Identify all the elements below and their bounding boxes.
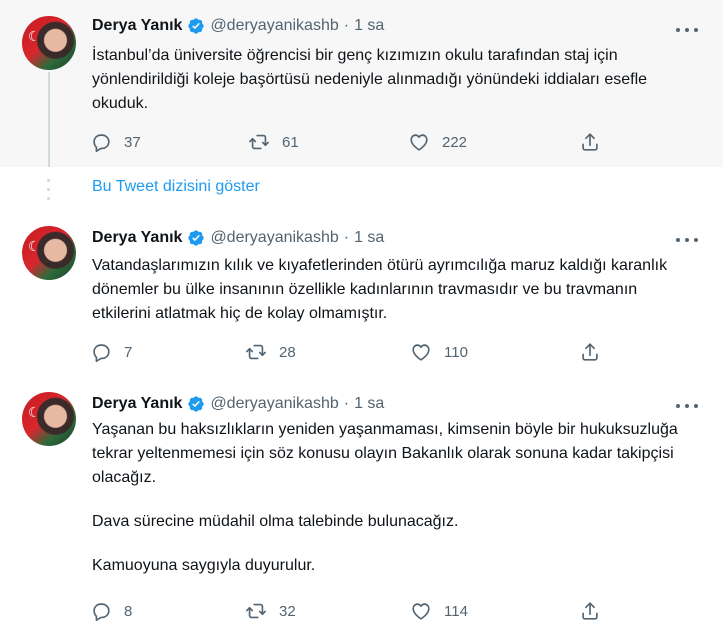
share-icon: [582, 133, 598, 151]
reply-count: 8: [124, 602, 133, 620]
thread-dot: [47, 179, 50, 182]
thread-line: [48, 72, 50, 167]
tweet-text: Yaşanan bu haksızlıkların yeniden yaşanm…: [92, 418, 692, 578]
more-icon[interactable]: [676, 399, 698, 413]
tweet-actions: 7 28 110: [90, 341, 610, 363]
separator: ·: [343, 395, 350, 412]
like-count: 114: [444, 602, 468, 620]
retweet-count: 32: [279, 602, 296, 620]
thread-dot: [47, 197, 50, 200]
like-button[interactable]: 114: [410, 600, 468, 622]
author-name[interactable]: Derya Yanık: [92, 395, 182, 413]
tweet-header: Derya Yanık @deryayanikashb · 1 sa: [92, 226, 384, 250]
thread-dot: [47, 188, 50, 191]
reply-count: 37: [124, 133, 141, 151]
retweet-button[interactable]: 61: [248, 131, 299, 153]
avatar[interactable]: ☾: [22, 392, 76, 446]
retweet-icon: [246, 603, 266, 619]
more-icon[interactable]: [676, 233, 698, 247]
retweet-count: 61: [282, 133, 299, 151]
share-icon: [582, 602, 598, 620]
tweet-paragraph: Kamuoyuna saygıyla duyurulur.: [92, 557, 316, 574]
verified-badge-icon: [188, 396, 205, 412]
more-icon[interactable]: [676, 23, 698, 37]
retweet-count: 28: [279, 343, 296, 361]
verified-badge-icon: [188, 230, 205, 246]
verified-badge-icon: [188, 18, 205, 34]
like-count: 222: [442, 133, 468, 151]
tweet-paragraph: Dava sürecine müdahil olma talebinde bul…: [92, 513, 459, 530]
reply-button[interactable]: 8: [90, 600, 132, 622]
share-button[interactable]: [579, 131, 601, 153]
share-icon: [582, 343, 598, 361]
timestamp[interactable]: 1 sa: [354, 229, 384, 247]
avatar[interactable]: ☾: [22, 226, 76, 280]
tweet-actions: 37 61 222: [90, 131, 610, 153]
like-button[interactable]: 222: [408, 131, 467, 153]
reply-icon: [93, 134, 110, 152]
tweet-1[interactable]: ☾ Derya Yanık @deryayanikashb · 1 sa İst…: [0, 0, 723, 167]
timestamp[interactable]: 1 sa: [354, 17, 384, 35]
reply-count: 7: [124, 343, 133, 361]
author-handle[interactable]: @deryayanikashb: [210, 17, 338, 35]
author-handle[interactable]: @deryayanikashb: [210, 395, 338, 413]
reply-icon: [93, 344, 110, 362]
share-button[interactable]: [579, 341, 601, 363]
retweet-icon: [249, 134, 269, 150]
tweet-paragraph: Yaşanan bu haksızlıkların yeniden yaşanm…: [92, 421, 678, 486]
reply-button[interactable]: 37: [90, 131, 141, 153]
separator: ·: [343, 17, 350, 34]
retweet-button[interactable]: 32: [245, 600, 296, 622]
tweet-3[interactable]: ☾ Derya Yanık @deryayanikashb · 1 sa Yaş…: [0, 376, 723, 637]
tweet-text: Vatandaşlarımızın kılık ve kıyafetlerind…: [92, 254, 692, 326]
retweet-button[interactable]: 28: [245, 341, 296, 363]
author-name[interactable]: Derya Yanık: [92, 17, 182, 35]
reply-icon: [93, 603, 110, 621]
flag-star-icon: ☾: [28, 239, 41, 255]
flag-star-icon: ☾: [28, 405, 41, 421]
flag-star-icon: ☾: [28, 29, 41, 45]
show-thread-link[interactable]: Bu Tweet dizisini göster: [92, 178, 260, 196]
avatar[interactable]: ☾: [22, 16, 76, 70]
author-name[interactable]: Derya Yanık: [92, 229, 182, 247]
tweet-2[interactable]: ☾ Derya Yanık @deryayanikashb · 1 sa Vat…: [0, 210, 723, 376]
tweet-header: Derya Yanık @deryayanikashb · 1 sa: [92, 392, 384, 416]
tweet-paragraph: İstanbul’da üniversite öğrencisi bir gen…: [92, 47, 648, 112]
like-icon: [410, 134, 428, 151]
like-button[interactable]: 110: [410, 341, 468, 363]
like-count: 110: [444, 343, 468, 361]
share-button[interactable]: [579, 600, 601, 622]
tweet-actions: 8 32 114: [90, 600, 610, 622]
separator: ·: [343, 229, 350, 246]
tweet-header: Derya Yanık @deryayanikashb · 1 sa: [92, 14, 384, 38]
retweet-icon: [246, 344, 266, 360]
tweet-paragraph: Vatandaşlarımızın kılık ve kıyafetlerind…: [92, 257, 668, 322]
author-handle[interactable]: @deryayanikashb: [210, 229, 338, 247]
like-icon: [412, 603, 430, 620]
like-icon: [412, 344, 430, 361]
reply-button[interactable]: 7: [90, 341, 132, 363]
tweet-text: İstanbul’da üniversite öğrencisi bir gen…: [92, 44, 692, 116]
timestamp[interactable]: 1 sa: [354, 395, 384, 413]
